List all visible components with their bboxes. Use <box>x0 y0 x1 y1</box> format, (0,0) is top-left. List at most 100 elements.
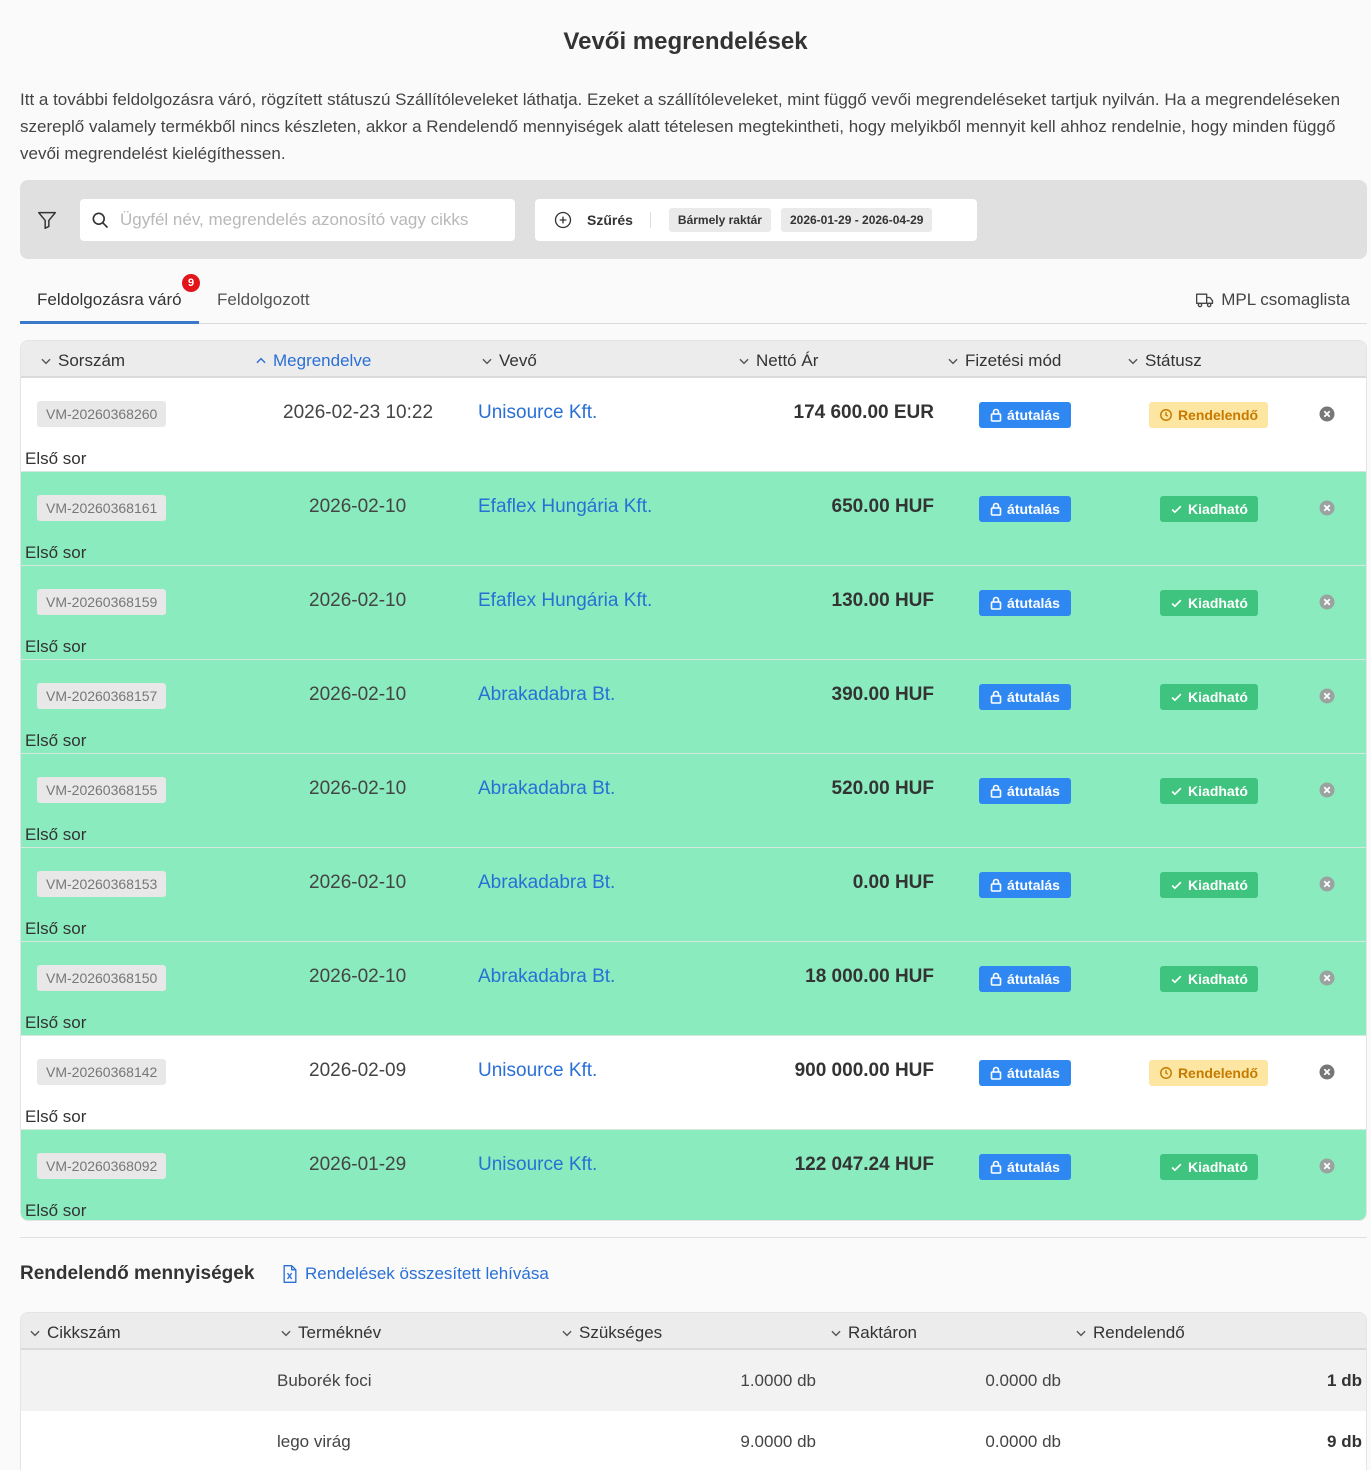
header-termeknev[interactable]: Terméknév <box>279 1323 381 1343</box>
order-id[interactable]: VM-20260368159 <box>37 589 167 615</box>
tab-pending-label[interactable]: Feldolgozásra váró <box>37 290 182 309</box>
mpl-package-list-link[interactable]: MPL csomaglista <box>1195 290 1350 310</box>
header-rendelendo-label[interactable]: Rendelendő <box>1093 1323 1185 1343</box>
header-termeknev-label[interactable]: Terméknév <box>298 1323 381 1343</box>
quantities-title: Rendelendő mennyiségek <box>20 1263 255 1284</box>
status-label: Kiadható <box>1188 971 1248 987</box>
header-cikkszam-label[interactable]: Cikkszám <box>47 1323 121 1343</box>
customer-link[interactable]: Abrakadabra Bt. <box>478 966 615 988</box>
header-sorszam[interactable]: Sorszám <box>39 351 125 371</box>
order-id[interactable]: VM-20260368142 <box>37 1059 167 1085</box>
filter-chip-warehouse[interactable]: Bármely raktár <box>668 208 771 232</box>
tab-pending[interactable]: Feldolgozásra váró <box>37 290 182 310</box>
header-fizetesi-label[interactable]: Fizetési mód <box>965 351 1061 371</box>
header-szukseges[interactable]: Szükséges <box>560 1323 662 1343</box>
header-vevo[interactable]: Vevő <box>480 351 537 371</box>
customer-link[interactable]: Unisource Kft. <box>478 1154 597 1176</box>
table-row[interactable]: VM-20260368142 2026-02-09 Unisource Kft. 90… <box>21 1036 1366 1130</box>
header-vevo-label[interactable]: Vevő <box>499 351 537 371</box>
filter-chip-daterange[interactable]: 2026-01-29 - 2026-04-29 <box>780 208 933 232</box>
filter-icon[interactable] <box>36 209 58 231</box>
header-szukseges-label[interactable]: Szükséges <box>579 1323 662 1343</box>
header-netto-label[interactable]: Nettó Ár <box>756 351 818 371</box>
filter-label[interactable]: Szűrés <box>587 212 633 228</box>
table-row: lego virág 9.0000 db 0.0000 db 9 db <box>21 1411 1366 1470</box>
close-icon[interactable] <box>1319 688 1335 704</box>
status-label: Kiadható <box>1188 689 1248 705</box>
close-icon[interactable] <box>1319 594 1335 610</box>
table-row[interactable]: VM-20260368260 2026-02-23 10:22 Unisource … <box>21 378 1366 472</box>
table-row[interactable]: VM-20260368092 2026-01-29 Unisource Kft. 12… <box>21 1130 1366 1220</box>
order-id[interactable]: VM-20260368161 <box>37 495 167 521</box>
chevron-up-icon <box>256 357 266 364</box>
header-raktaron-label[interactable]: Raktáron <box>848 1323 917 1343</box>
excel-file-icon <box>283 1265 297 1283</box>
payment-method-label: átutalás <box>1007 595 1060 611</box>
table-row[interactable]: VM-20260368150 2026-02-10 Abrakadabra Bt. 1… <box>21 942 1366 1036</box>
tab-processed[interactable]: Feldolgozott <box>217 290 310 310</box>
row-note: Első sor <box>25 825 87 844</box>
status-label: Rendelendő <box>1177 1065 1259 1081</box>
header-cikkszam[interactable]: Cikkszám <box>28 1323 121 1343</box>
order-qty: 9 db <box>1327 1432 1362 1451</box>
filter-box[interactable]: Szűrés Bármely raktár 2026-01-29 - 2026-… <box>535 199 977 241</box>
close-icon[interactable] <box>1319 1158 1335 1174</box>
customer-link[interactable]: Efaflex Hungária Kft. <box>478 496 652 518</box>
header-megrendelve[interactable]: Megrendelve <box>254 351 371 371</box>
customer-link[interactable]: Unisource Kft. <box>478 1060 597 1082</box>
chevron-down-icon <box>281 1330 291 1337</box>
header-sorszam-label[interactable]: Sorszám <box>58 351 125 371</box>
payment-method-badge: átutalás <box>979 402 1071 428</box>
stock-qty: 0.0000 db <box>985 1371 1061 1390</box>
close-icon[interactable] <box>1319 876 1335 892</box>
download-orders-label[interactable]: Rendelések összesített lehívása <box>305 1264 549 1284</box>
row-note: Első sor <box>25 449 87 468</box>
payment-method-label: átutalás <box>1007 501 1060 517</box>
close-icon[interactable] <box>1319 970 1335 986</box>
order-id[interactable]: VM-20260368155 <box>37 777 167 803</box>
status-label: Kiadható <box>1188 877 1248 893</box>
search-input[interactable] <box>120 207 500 233</box>
net-price: 174 600.00 EUR <box>793 402 935 423</box>
header-netto[interactable]: Nettó Ár <box>737 351 818 371</box>
table-row[interactable]: VM-20260368161 2026-02-10 Efaflex Hungária… <box>21 472 1366 566</box>
table-row[interactable]: VM-20260368155 2026-02-10 Abrakadabra Bt. 5… <box>21 754 1366 848</box>
order-id[interactable]: VM-20260368260 <box>37 401 167 427</box>
customer-link[interactable]: Abrakadabra Bt. <box>478 778 615 800</box>
status-label: Kiadható <box>1188 595 1248 611</box>
status-label: Kiadható <box>1188 783 1248 799</box>
header-rendelendo[interactable]: Rendelendő <box>1074 1323 1185 1343</box>
table-row[interactable]: VM-20260368157 2026-02-10 Abrakadabra Bt. 3… <box>21 660 1366 754</box>
close-icon[interactable] <box>1319 1064 1335 1080</box>
header-statusz-label[interactable]: Státusz <box>1145 351 1202 371</box>
payment-method-label: átutalás <box>1007 783 1060 799</box>
chevron-down-icon <box>1128 358 1138 365</box>
check-icon <box>1171 975 1182 983</box>
customer-link[interactable]: Abrakadabra Bt. <box>478 684 615 706</box>
customer-link[interactable]: Abrakadabra Bt. <box>478 872 615 894</box>
order-id[interactable]: VM-20260368153 <box>37 871 167 897</box>
order-id[interactable]: VM-20260368150 <box>37 965 167 991</box>
order-id[interactable]: VM-20260368092 <box>37 1153 167 1179</box>
header-megrendelve-label[interactable]: Megrendelve <box>273 351 371 371</box>
close-icon[interactable] <box>1319 782 1335 798</box>
lock-icon <box>990 502 1002 516</box>
header-statusz[interactable]: Státusz <box>1126 351 1202 371</box>
order-date: 2026-02-10 <box>309 966 407 987</box>
tab-pending-count-badge: 9 <box>182 274 200 292</box>
close-icon[interactable] <box>1319 406 1335 422</box>
order-id[interactable]: VM-20260368157 <box>37 683 167 709</box>
add-filter-icon[interactable] <box>553 210 573 230</box>
header-raktaron[interactable]: Raktáron <box>829 1323 917 1343</box>
table-row[interactable]: VM-20260368153 2026-02-10 Abrakadabra Bt. 0… <box>21 848 1366 942</box>
status-badge: Kiadható <box>1160 684 1258 710</box>
mpl-label[interactable]: MPL csomaglista <box>1221 290 1350 310</box>
table-row[interactable]: VM-20260368159 2026-02-10 Efaflex Hungária… <box>21 566 1366 660</box>
download-orders-link[interactable]: Rendelések összesített lehívása <box>281 1264 549 1284</box>
payment-method-badge: átutalás <box>979 778 1071 804</box>
close-icon[interactable] <box>1319 500 1335 516</box>
filter-separator <box>649 212 651 228</box>
customer-link[interactable]: Unisource Kft. <box>478 402 597 424</box>
customer-link[interactable]: Efaflex Hungária Kft. <box>478 590 652 612</box>
header-fizetesi[interactable]: Fizetési mód <box>946 351 1061 371</box>
